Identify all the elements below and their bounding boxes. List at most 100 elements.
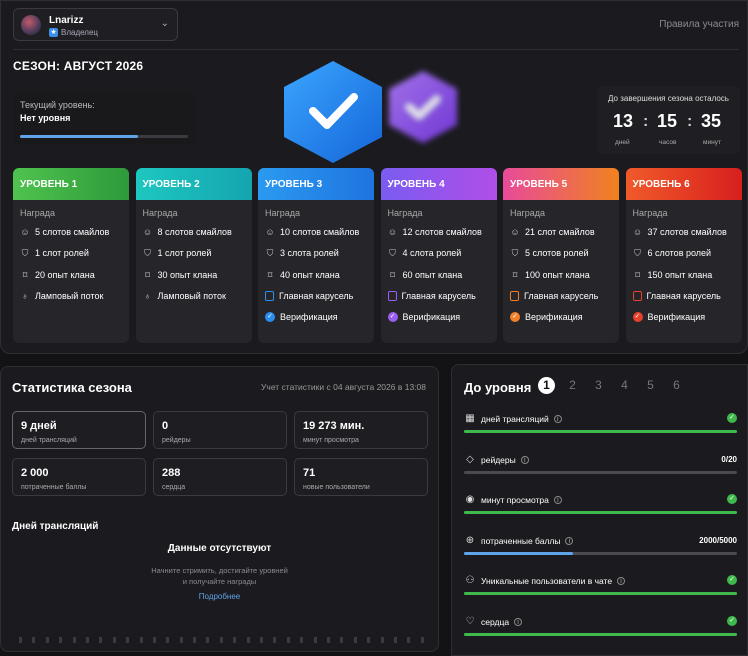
stat-card[interactable]: 71 новые пользователи	[294, 458, 428, 496]
reward-verification: ✓ Верификация	[632, 312, 705, 323]
account-switcher[interactable]: Lnarizz ★ Владелец ⌄	[13, 8, 178, 41]
verification-badge-icon	[284, 61, 457, 163]
level-card-4: УРОВЕНЬ 4 Награда ☺ 12 слотов смайлов ⛉ 4 сло…	[380, 168, 497, 343]
axis-tick	[233, 637, 237, 643]
reward-roles: ⛉ 5 слотов ролей	[510, 248, 589, 258]
info-icon[interactable]: i	[553, 496, 562, 504]
reward-clan-xp: ⌑ 60 опыт клана	[388, 269, 463, 280]
axis-tick	[85, 637, 89, 643]
reward-clan-xp-text: 60 опыт клана	[402, 269, 463, 280]
goal-label-text: потраченные баллы	[481, 535, 561, 546]
check-icon: ✓	[727, 615, 737, 626]
goal-label-text: сердца	[481, 616, 510, 627]
axis-tick	[300, 637, 304, 643]
level-tab-5[interactable]: 5	[642, 377, 659, 394]
reward-roles-text: 1 слот ролей	[157, 248, 212, 259]
rules-link[interactable]: Правила участия	[659, 19, 739, 30]
goal-label-text: дней трансляций	[481, 414, 549, 424]
level-card-5: УРОВЕНЬ 5 Награда ☺ 21 слот смайлов ⛉ 5 слото…	[503, 168, 619, 343]
goal-progress-fill	[464, 632, 737, 636]
smile-icon: ☺	[632, 227, 643, 237]
stream-days-title: Дней трансляций	[12, 521, 99, 532]
level-tab-1[interactable]: 1	[538, 377, 555, 394]
stat-value: 19 273 мин.	[303, 420, 365, 432]
level-card-3: УРОВЕНЬ 3 Награда ☺ 10 слотов смайлов ⛉ 3 сло…	[258, 168, 374, 343]
reward-label-text: Награда	[632, 208, 668, 218]
goal-label: ⊕ потраченные баллы i	[464, 535, 574, 547]
reward-roles-text: 3 слота ролей	[280, 248, 339, 259]
stat-card[interactable]: 2 000 потраченные баллы	[12, 458, 146, 496]
season-title: СЕЗОН: АВГУСТ 2026	[13, 59, 144, 73]
reward-carousel: Главная карусель	[387, 290, 476, 301]
stat-value: 71	[303, 467, 316, 479]
reward-label-text: Награда	[142, 208, 178, 218]
chevron-down-icon[interactable]: ⌄	[161, 18, 169, 29]
carousel-icon	[265, 290, 274, 301]
goal-row: ◉ минут просмотра i ✓	[464, 494, 737, 520]
reward-stream-text: Ламповый поток	[35, 290, 104, 301]
reward-carousel: Главная карусель	[632, 290, 721, 301]
info-icon[interactable]: i	[617, 577, 626, 585]
axis-tick	[326, 637, 330, 643]
check-icon: ✓	[727, 494, 737, 504]
reward-label: Награда	[510, 208, 545, 218]
level-card-1: УРОВЕНЬ 1 Награда ☺ 5 слотов смайлов ⛉ 1 слот…	[13, 168, 129, 343]
reward-roles: ⛉ 3 слота ролей	[265, 248, 339, 258]
reward-stream-text: Ламповый поток	[157, 290, 226, 301]
user-icon: ⚇	[465, 575, 475, 586]
user-role-label: Владелец	[61, 28, 99, 37]
carousel-icon	[510, 290, 519, 301]
reward-label: Награда	[265, 208, 300, 218]
reward-stream: ♁ Ламповый поток	[20, 290, 104, 301]
smile-icon: ☺	[510, 227, 520, 237]
reward-smiles-text: 21 слот смайлов	[525, 227, 595, 237]
season-panel: Lnarizz ★ Владелец ⌄ Правила участия СЕЗО…	[0, 0, 748, 354]
axis-tick	[32, 637, 36, 643]
more-link[interactable]: Подробнее	[1, 592, 438, 601]
no-data-hint: Начните стримить, достигайте уровней и по…	[1, 565, 438, 587]
reward-roles: ⛉ 1 слот ролей	[20, 248, 89, 258]
reward-clan-xp: ⌑ 20 опыт клана	[20, 270, 95, 280]
season-stats-panel: Статистика сезона Учет статистики с 04 а…	[0, 366, 439, 652]
stat-card[interactable]: 288 сердца	[153, 458, 287, 496]
reward-label-text: Награда	[510, 208, 546, 218]
reward-clan-xp-text: 20 опыт клана	[35, 269, 95, 280]
goal-label: ♡ сердца i	[464, 616, 523, 628]
timer-title: До завершения сезона осталось	[608, 94, 729, 103]
current-level-label: Текущий уровень:	[20, 100, 95, 110]
verified-icon: ✓	[510, 312, 520, 323]
goal-label: ◉ минут просмотра i	[464, 494, 562, 506]
stats-title: Статистика сезона	[12, 380, 132, 395]
axis-tick	[45, 637, 49, 643]
goal-progress	[464, 470, 737, 474]
axis-tick	[313, 637, 317, 643]
info-icon[interactable]: i	[553, 415, 562, 423]
bookmark-icon: ⌑	[22, 269, 28, 280]
goal-progress-fill	[464, 430, 737, 433]
reward-smiles: ☺ 12 слотов смайлов	[388, 227, 482, 237]
stat-card[interactable]: 19 273 мин. минут просмотра	[294, 411, 428, 449]
axis-tick	[179, 637, 183, 643]
level-tab-6[interactable]: 6	[668, 377, 685, 394]
carousel-icon	[387, 290, 397, 301]
level-tab-4[interactable]: 4	[616, 377, 633, 394]
reward-clan-xp-text: 30 опыт клана	[157, 269, 218, 280]
stat-card[interactable]: 9 дней дней трансляций	[12, 411, 146, 449]
smile-icon: ☺	[265, 227, 275, 237]
goal-count: 0/20	[721, 454, 737, 464]
level-tab-3[interactable]: 3	[590, 377, 607, 394]
info-icon[interactable]: i	[514, 617, 523, 626]
reward-smiles-text: 5 слотов смайлов	[35, 227, 110, 237]
level-tab-2[interactable]: 2	[564, 377, 581, 394]
info-icon[interactable]: i	[565, 536, 574, 545]
info-icon[interactable]: i	[520, 455, 529, 464]
axis-tick	[126, 637, 130, 643]
reward-clan-xp: ⌑ 150 опыт клана	[633, 270, 712, 280]
goal-progress-fill	[464, 551, 574, 555]
goal-progress	[464, 551, 737, 555]
reward-verification: ✓ Верификация	[265, 312, 338, 323]
reward-verification-text: Верификация	[280, 312, 338, 323]
stat-card[interactable]: 0 рейдеры	[153, 411, 287, 449]
no-data-text: Данные отсутствуют	[167, 543, 272, 554]
axis-tick	[353, 637, 357, 643]
